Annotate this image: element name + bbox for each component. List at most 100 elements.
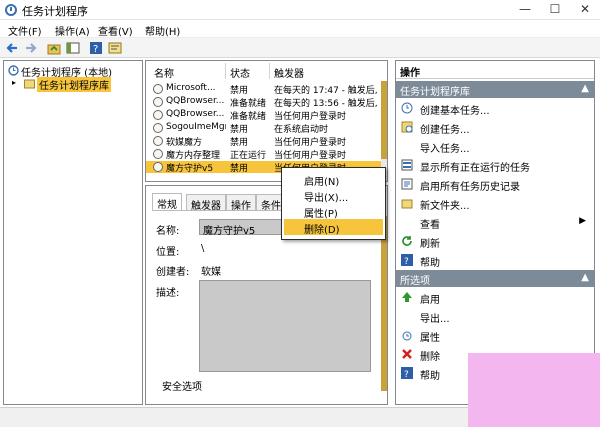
expand-arrow-icon[interactable]: ▸ (12, 78, 16, 87)
task-icon (153, 97, 163, 107)
properties-clock-icon (402, 331, 412, 341)
context-item-export[interactable]: 导出(X)... (284, 187, 383, 204)
task-trigger: 在每天的 17:47 - 触发后, (274, 86, 378, 96)
section-header-selected[interactable]: 所选项 ▲ (396, 270, 594, 287)
context-item-enable[interactable]: 启用(N) (284, 171, 383, 188)
help-icon[interactable]: ? (89, 41, 103, 55)
column-header-name[interactable]: 名称 (150, 63, 226, 80)
tab-actions[interactable]: 操作 (226, 194, 256, 212)
task-name: 软媒魔方 (166, 138, 203, 148)
description-field[interactable] (199, 280, 371, 372)
action-enable[interactable]: 启用 (396, 288, 594, 307)
help-icon: ? (401, 367, 413, 379)
collapse-arrow-icon[interactable]: ▲ (581, 272, 589, 283)
author-label: 创建者: (156, 267, 190, 278)
running-tasks-icon (401, 159, 413, 171)
pink-overlay-block (468, 353, 600, 427)
task-row[interactable]: SogouImeMgr 禁用 在系统启动时 (146, 122, 383, 135)
forward-arrow-icon[interactable] (24, 41, 38, 55)
show-hide-tree-icon[interactable] (66, 41, 80, 55)
task-status: 禁用 (230, 86, 249, 96)
tree-item-library-label: 任务计划程序库 (37, 77, 111, 92)
menu-view[interactable]: 查看(V) (98, 23, 133, 38)
navigation-tree: 任务计划程序 (本地) ▸ 任务计划程序库 (3, 60, 143, 405)
task-status: 禁用 (230, 138, 249, 148)
context-item-properties[interactable]: 属性(P) (284, 203, 383, 220)
properties-scroll-thumb[interactable] (381, 216, 387, 391)
context-menu: 启用(N) 导出(X)... 属性(P) 删除(D) (281, 167, 386, 240)
collapse-arrow-icon[interactable]: ▲ (581, 83, 589, 94)
properties-icon[interactable] (108, 41, 122, 55)
svg-text:?: ? (404, 257, 409, 266)
column-header-status[interactable]: 状态 (226, 63, 270, 80)
task-name: 魔方内存整理 (166, 151, 221, 161)
section-library-label: 任务计划程序库 (400, 87, 470, 98)
create-task-icon (401, 121, 413, 133)
minimize-button[interactable]: — (510, 0, 540, 20)
action-help[interactable]: ? 帮助 (396, 251, 594, 270)
action-new-folder[interactable]: 新文件夹... (396, 194, 594, 213)
section-header-library[interactable]: 任务计划程序库 ▲ (396, 81, 594, 98)
task-trigger: 在每天的 13:56 - 触发后, (274, 99, 378, 109)
task-row[interactable]: 软媒魔方 禁用 当任何用户登录时 (146, 135, 383, 148)
task-row[interactable]: Microsoft... 禁用 在每天的 17:47 - 触发后, (146, 83, 383, 96)
menu-file[interactable]: 文件(F) (8, 23, 42, 38)
action-refresh[interactable]: 刷新 (396, 232, 594, 251)
history-icon (401, 178, 413, 190)
action-view[interactable]: 查看 ▶ (396, 213, 594, 232)
menu-bar: 文件(F) 操作(A) 查看(V) 帮助(H) (0, 20, 600, 38)
tab-general[interactable]: 常规 (152, 193, 182, 211)
task-name: QQBrowser... (166, 96, 225, 106)
task-row[interactable]: QQBrowser... 准备就绪 在每天的 13:56 - 触发后, (146, 96, 383, 109)
author-value: 软媒 (201, 267, 221, 278)
task-row[interactable]: 魔方内存整理 正在运行 当任何用户登录时 (146, 148, 383, 161)
action-import-task[interactable]: 导入任务... (396, 137, 594, 156)
task-name: SogouImeMgr (166, 122, 226, 132)
task-trigger: 在系统启动时 (274, 125, 329, 135)
task-trigger: 当任何用户登录时 (274, 138, 347, 148)
menu-help[interactable]: 帮助(H) (145, 23, 180, 38)
properties-scrollbar[interactable] (381, 216, 387, 391)
section-selected-label: 所选项 (400, 276, 430, 287)
folder-clock-icon (24, 79, 35, 89)
task-icon (153, 84, 163, 94)
up-folder-icon[interactable] (47, 41, 61, 55)
location-label: 位置: (156, 247, 180, 258)
action-export[interactable]: 导出... (396, 307, 594, 326)
action-create-task[interactable]: 创建任务... (396, 118, 594, 137)
toolbar: ? (0, 38, 600, 58)
task-status: 正在运行 (230, 151, 267, 161)
action-create-basic-task[interactable]: 创建基本任务... (396, 99, 594, 118)
action-enable-history[interactable]: 启用所有任务历史记录 (396, 175, 594, 194)
task-status: 准备就绪 (230, 112, 267, 122)
location-value: \ (201, 243, 205, 254)
task-list-scroll-thumb[interactable] (381, 81, 387, 159)
new-folder-icon (401, 199, 413, 209)
action-properties[interactable]: 属性 (396, 326, 594, 345)
task-trigger: 当任何用户登录时 (274, 112, 347, 122)
clock-icon (8, 65, 19, 76)
submenu-arrow-icon: ▶ (579, 216, 586, 226)
action-show-running-tasks[interactable]: 显示所有正在运行的任务 (396, 156, 594, 175)
context-item-delete[interactable]: 删除(D) (284, 219, 383, 236)
title-bar: 任务计划程序 — ☐ ✕ (0, 0, 600, 20)
task-icon (153, 149, 163, 159)
tab-triggers[interactable]: 触发器 (186, 194, 226, 212)
description-label: 描述: (156, 288, 180, 299)
task-trigger: 当任何用户登录时 (274, 151, 347, 161)
menu-action[interactable]: 操作(A) (55, 23, 90, 38)
svg-text:?: ? (93, 44, 98, 55)
maximize-button[interactable]: ☐ (540, 0, 570, 20)
delete-x-icon (402, 349, 412, 359)
svg-text:?: ? (404, 370, 409, 379)
create-basic-task-icon (401, 102, 413, 114)
column-header-trigger[interactable]: 触发器 (270, 63, 383, 80)
task-status: 准备就绪 (230, 99, 267, 109)
task-icon (153, 136, 163, 146)
task-icon (153, 110, 163, 120)
task-list-scrollbar[interactable] (381, 81, 387, 181)
task-icon (153, 162, 163, 172)
close-button[interactable]: ✕ (570, 0, 600, 20)
task-row[interactable]: QQBrowser... 准备就绪 当任何用户登录时 (146, 109, 383, 122)
back-arrow-icon[interactable] (5, 41, 19, 55)
